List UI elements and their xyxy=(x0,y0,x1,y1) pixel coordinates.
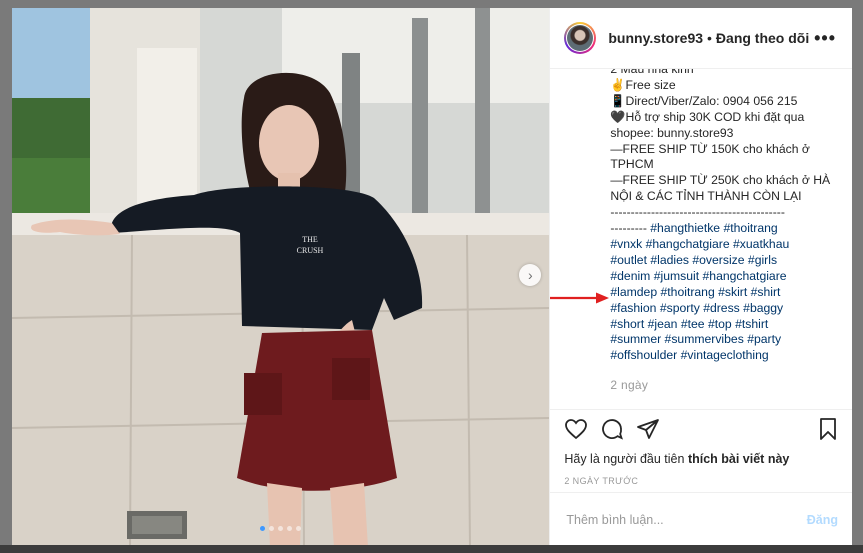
chevron-right-icon: › xyxy=(528,267,533,283)
hashtag-line: #vnxk #hangchatgiare #xuatkhau xyxy=(610,237,836,253)
hashtag-line: #outlet #ladies #oversize #girls xyxy=(610,253,836,269)
carousel-dots xyxy=(12,526,549,531)
post-modal: THE CRUSH › bunny.store93 • Đang theo dõ… xyxy=(12,8,852,547)
hashtag-link[interactable]: #lamdep xyxy=(610,285,657,299)
caption-line: —FREE SHIP TỪ 150K cho khách ở xyxy=(610,141,810,156)
hashtag-link[interactable]: #offshoulder xyxy=(610,348,677,362)
caption-text: 2 Màu nhà kinh ✌Free size 📱Direct/Viber/Za… xyxy=(610,69,836,221)
hashtag-link[interactable]: #dress xyxy=(703,301,740,315)
hashtag-link[interactable]: #oversize xyxy=(692,253,744,267)
header-separator: • xyxy=(707,30,712,46)
carousel-dot[interactable] xyxy=(260,526,266,531)
hashtag-link[interactable]: #tee xyxy=(681,317,705,331)
caption-time[interactable]: 2 ngày xyxy=(610,378,836,392)
hashtag-block: --------- #hangthietke #thoitrang #vnxk #… xyxy=(610,221,836,364)
carousel-dot[interactable] xyxy=(287,526,293,531)
hashtag-line: #short #jean #tee #top #tshirt xyxy=(610,317,836,333)
hashtag-prefix: --------- xyxy=(610,221,651,236)
hashtag-link[interactable]: #hangchatgiare xyxy=(646,237,730,251)
hashtag-link[interactable]: #fashion xyxy=(610,301,656,315)
comment-input[interactable] xyxy=(564,512,807,528)
comment-icon[interactable] xyxy=(600,417,624,441)
hashtag-link[interactable]: #ladies xyxy=(650,253,689,267)
caption-line: TPHCM xyxy=(610,157,654,172)
like-icon[interactable] xyxy=(564,417,588,441)
caption-line: ✌Free size xyxy=(610,77,676,92)
hashtag-link[interactable]: #top xyxy=(708,317,732,331)
avatar-image xyxy=(567,25,594,51)
caption-line: 📱Direct/Viber/Zalo: 0904 056 215 xyxy=(610,93,798,108)
hashtag-link[interactable]: #thoitrang xyxy=(661,285,715,299)
more-options-icon[interactable]: ••• xyxy=(814,28,836,49)
hashtag-link[interactable]: #jean xyxy=(648,317,678,331)
backdrop-strip xyxy=(0,545,863,553)
caption-line: ----------------------------------------… xyxy=(610,205,785,220)
caption-line: —FREE SHIP TỪ 250K cho khách ở HÀ xyxy=(610,173,831,188)
carousel-dot[interactable] xyxy=(269,526,275,531)
hashtag-link[interactable]: #shirt xyxy=(751,285,781,299)
post-comment-button[interactable]: Đăng xyxy=(807,513,838,527)
hashtag-link[interactable]: #summer xyxy=(610,332,661,346)
caption-line: 2 Màu nhà kinh xyxy=(610,69,694,76)
caption-area: 2 Màu nhà kinh ✌Free size 📱Direct/Viber/Za… xyxy=(550,69,852,408)
hashtag-link[interactable]: #hangchatgiare xyxy=(703,269,787,283)
hashtag-link[interactable]: #summervibes xyxy=(665,332,744,346)
post-side-panel: bunny.store93 • Đang theo dõi ••• 2 Màu … xyxy=(549,8,852,547)
hashtag-link[interactable]: #thoitrang xyxy=(723,221,777,235)
comment-box: Đăng xyxy=(550,492,852,547)
carousel-dot[interactable] xyxy=(278,526,284,531)
hashtag-link[interactable]: #xuatkhau xyxy=(733,237,789,251)
hashtag-link[interactable]: #tshirt xyxy=(735,317,768,331)
caption-line: NỘI & CÁC TỈNH THÀNH CÒN LẠI xyxy=(610,189,802,204)
hashtag-link[interactable]: #vintageclothing xyxy=(681,348,769,362)
shirt-text-line2: CRUSH xyxy=(297,246,324,255)
post-date[interactable]: 2 NGÀY TRƯỚC xyxy=(550,466,852,486)
photo-scene: THE CRUSH xyxy=(12,8,550,547)
carousel-dot[interactable] xyxy=(296,526,302,531)
hashtag-line: --------- #hangthietke #thoitrang xyxy=(610,221,836,237)
hashtag-line: #fashion #sporty #dress #baggy xyxy=(610,301,836,317)
post-photo[interactable]: THE CRUSH › xyxy=(12,8,550,547)
hashtag-link[interactable]: #denim xyxy=(610,269,650,283)
hashtag-link[interactable]: #vnxk xyxy=(610,237,642,251)
hashtag-line: #offshoulder #vintageclothing xyxy=(610,348,836,364)
hashtag-link[interactable]: #baggy xyxy=(743,301,783,315)
shirt-text-line1: THE xyxy=(302,235,318,244)
hashtag-link[interactable]: #hangthietke xyxy=(650,221,720,235)
red-arrow-annotation xyxy=(550,292,609,304)
hashtag-line: #denim #jumsuit #hangchatgiare xyxy=(610,269,836,285)
hashtag-link[interactable]: #outlet xyxy=(610,253,647,267)
hashtag-link[interactable]: #sporty xyxy=(660,301,700,315)
hashtag-line: #lamdep #thoitrang #skirt #shirt xyxy=(610,285,836,301)
caption-line: shopee: bunny.store93 xyxy=(610,125,734,140)
likes-text: Hãy là người đầu tiên thích bài viết này xyxy=(550,448,852,466)
action-bar xyxy=(550,409,852,448)
hashtag-link[interactable]: #girls xyxy=(748,253,777,267)
caption-line: 🖤Hỗ trợ ship 30K COD khi đặt qua xyxy=(610,109,805,124)
avatar[interactable] xyxy=(564,22,597,54)
hashtag-link[interactable]: #jumsuit xyxy=(654,269,699,283)
post-header: bunny.store93 • Đang theo dõi ••• xyxy=(550,8,852,69)
save-icon[interactable] xyxy=(816,417,840,441)
share-icon[interactable] xyxy=(636,417,660,441)
username-link[interactable]: bunny.store93 xyxy=(608,30,703,46)
follow-status-button[interactable]: Đang theo dõi xyxy=(716,30,809,46)
hashtag-line: #summer #summervibes #party xyxy=(610,332,836,348)
hashtag-link[interactable]: #skirt xyxy=(718,285,747,299)
likes-prefix: Hãy là người đầu tiên xyxy=(564,452,688,466)
hashtag-link[interactable]: #party xyxy=(747,332,781,346)
likes-link[interactable]: thích bài viết này xyxy=(688,452,789,466)
hashtag-link[interactable]: #short xyxy=(610,317,644,331)
